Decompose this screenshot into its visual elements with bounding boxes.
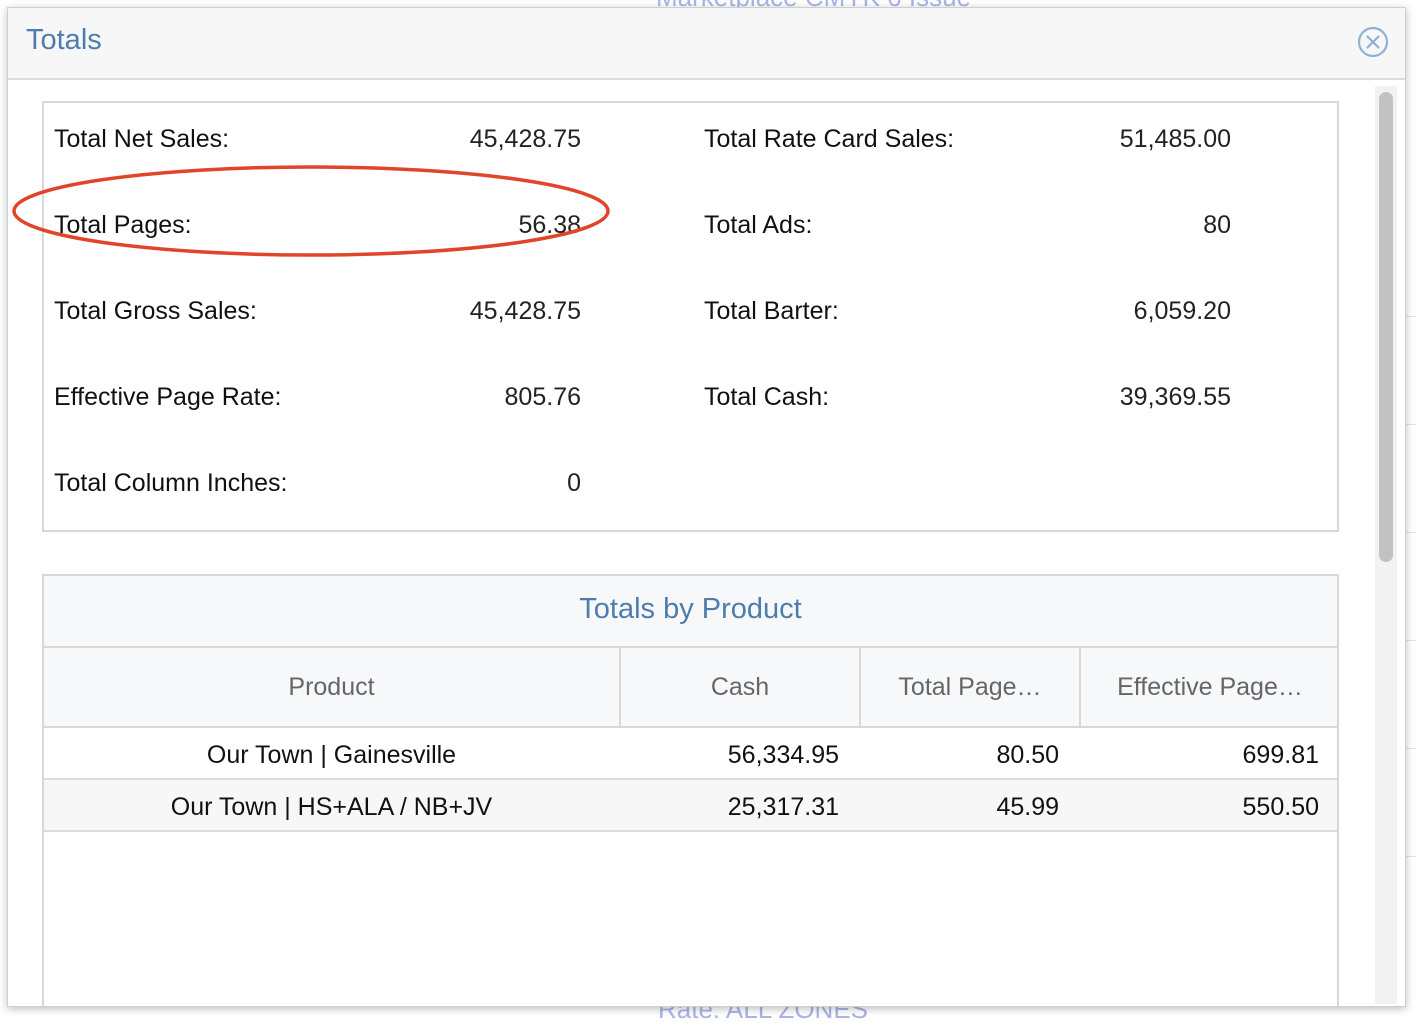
cash-cell: 56,334.95 <box>727 741 839 769</box>
column-header-cash[interactable]: Cash <box>621 648 859 726</box>
totals-by-product-panel: Totals by Product Product Cash Total Pag… <box>42 574 1339 1006</box>
effective-page-rate-label: Effective Page Rate: <box>54 383 282 411</box>
total-rate-card-sales-value: 51,485.00 <box>1119 125 1231 153</box>
total-ads-value: 80 <box>1203 211 1231 239</box>
column-header-effective-page-rate[interactable]: Effective Page… <box>1081 648 1339 726</box>
total-column-inches-value: 0 <box>567 469 581 497</box>
total-pages-cell: 45.99 <box>996 793 1059 821</box>
effective-page-rate-value: 805.76 <box>504 383 581 411</box>
totals-modal: Totals Total Net Sales: 45,428.75 Total … <box>7 7 1406 1007</box>
effective-rate-cell: 550.50 <box>1242 793 1319 821</box>
cash-cell: 25,317.31 <box>727 793 839 821</box>
total-gross-sales-label: Total Gross Sales: <box>54 297 257 325</box>
product-table-header: Product Cash Total Page… Effective Page… <box>44 648 1337 728</box>
total-column-inches-label: Total Column Inches: <box>54 469 288 497</box>
total-rate-card-sales-label: Total Rate Card Sales: <box>704 125 955 153</box>
vertical-scrollbar[interactable] <box>1375 86 1397 1004</box>
total-barter-value: 6,059.20 <box>1133 297 1231 325</box>
total-cash-label: Total Cash: <box>704 383 830 411</box>
total-pages-value: 56.38 <box>518 211 581 239</box>
product-cell: Our Town | Gainesville <box>206 741 457 769</box>
total-gross-sales-value: 45,428.75 <box>469 297 581 325</box>
total-pages-cell: 80.50 <box>996 741 1059 769</box>
total-barter-label: Total Barter: <box>704 297 839 325</box>
table-row[interactable]: Our Town | HS+ALA / NB+JV 25,317.31 45.9… <box>44 780 1337 832</box>
product-panel-header: Totals by Product <box>44 576 1337 648</box>
total-net-sales-label: Total Net Sales: <box>54 125 230 153</box>
modal-title: Totals <box>26 24 102 56</box>
table-row[interactable]: Our Town | Gainesville 56,334.95 80.50 6… <box>44 728 1337 780</box>
product-panel-title: Totals by Product <box>579 593 802 625</box>
total-ads-label: Total Ads: <box>704 211 813 239</box>
modal-header: Totals <box>8 8 1405 80</box>
column-header-total-pages[interactable]: Total Page… <box>861 648 1079 726</box>
totals-summary: Total Net Sales: 45,428.75 Total Pages: … <box>42 101 1339 532</box>
close-circle-icon <box>1357 26 1389 58</box>
scrollbar-thumb[interactable] <box>1379 92 1393 562</box>
effective-rate-cell: 699.81 <box>1242 741 1319 769</box>
close-button[interactable] <box>1357 26 1389 58</box>
total-pages-label: Total Pages: <box>54 211 192 239</box>
product-cell: Our Town | HS+ALA / NB+JV <box>170 793 493 821</box>
total-net-sales-value: 45,428.75 <box>469 125 581 153</box>
column-header-product[interactable]: Product <box>44 648 619 726</box>
total-cash-value: 39,369.55 <box>1119 383 1231 411</box>
